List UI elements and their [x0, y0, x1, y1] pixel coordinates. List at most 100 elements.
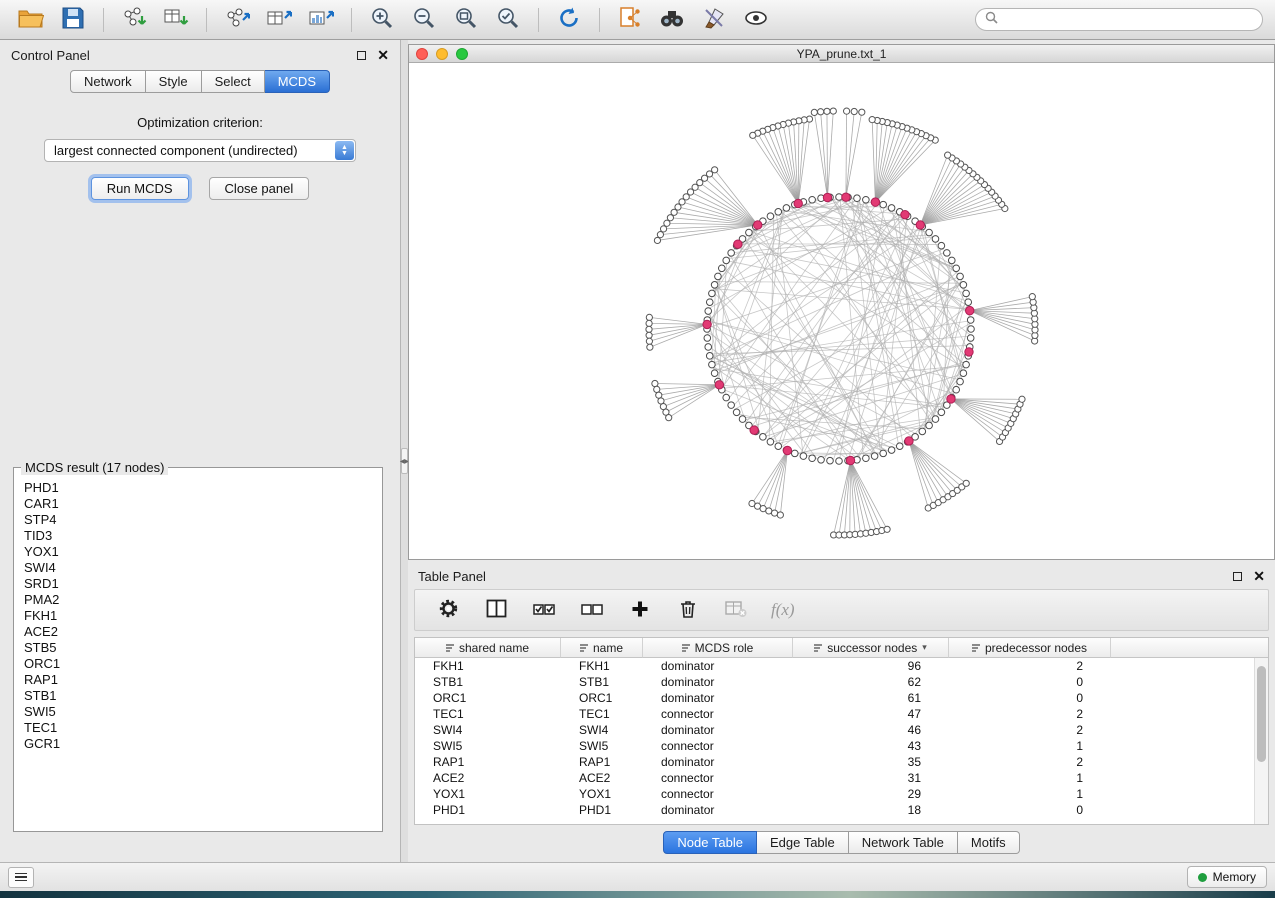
open-folder-icon [18, 7, 44, 32]
close-panel-button[interactable]: Close panel [209, 177, 310, 200]
table-cell: 61 [793, 690, 949, 706]
tab-edge-table[interactable]: Edge Table [757, 831, 849, 854]
tab-select[interactable]: Select [202, 70, 265, 93]
table-cell: TEC1 [415, 706, 561, 722]
unselect-all-button[interactable] [579, 597, 605, 623]
toolbar-separator [206, 8, 207, 32]
table-row[interactable]: PHD1PHD1dominator180 [415, 802, 1254, 818]
table-row[interactable]: TEC1TEC1connector472 [415, 706, 1254, 722]
apply-style-button[interactable] [695, 4, 733, 36]
search-input[interactable] [1003, 13, 1253, 27]
table-cell-filler [1111, 802, 1254, 818]
divider-collapse-handle[interactable]: ◀▶ [401, 448, 408, 474]
sort-icon [814, 644, 822, 652]
run-mcds-button[interactable]: Run MCDS [91, 177, 189, 200]
table-row[interactable]: RAP1RAP1dominator352 [415, 754, 1254, 770]
tab-network-table[interactable]: Network Table [849, 831, 958, 854]
checked-boxes-icon [533, 601, 555, 620]
close-panel-icon[interactable]: ✕ [377, 50, 389, 60]
mcds-result-item[interactable]: GCR1 [24, 736, 372, 752]
memory-button[interactable]: Memory [1187, 866, 1267, 888]
table-row[interactable]: SWI5SWI5connector431 [415, 738, 1254, 754]
show-hide-button[interactable] [737, 4, 775, 36]
mcds-result-item[interactable]: TEC1 [24, 720, 372, 736]
mcds-result-item[interactable]: RAP1 [24, 672, 372, 688]
mcds-result-item[interactable]: PMA2 [24, 592, 372, 608]
mcds-result-item[interactable]: FKH1 [24, 608, 372, 624]
column-header-shared-name[interactable]: shared name [415, 638, 561, 658]
close-window-icon[interactable] [416, 48, 428, 60]
mcds-result-item[interactable]: STP4 [24, 512, 372, 528]
zoom-fit-button[interactable] [447, 4, 485, 36]
import-table-button[interactable] [157, 4, 195, 36]
zoom-selected-button[interactable] [489, 4, 527, 36]
table-row[interactable]: STB1STB1dominator620 [415, 674, 1254, 690]
tab-network[interactable]: Network [70, 70, 146, 93]
tab-motifs[interactable]: Motifs [958, 831, 1020, 854]
mcds-result-item[interactable]: STB5 [24, 640, 372, 656]
table-scrollbar[interactable] [1254, 658, 1268, 824]
save-session-button[interactable] [54, 4, 92, 36]
mcds-result-item[interactable]: TID3 [24, 528, 372, 544]
status-menu-button[interactable] [8, 867, 34, 888]
search-icon [985, 11, 998, 29]
column-header-mcds-role[interactable]: MCDS role [643, 638, 793, 658]
column-view-button[interactable] [483, 597, 509, 623]
column-header-successor-nodes[interactable]: successor nodes ▾ [793, 638, 949, 658]
table-scrollbar-thumb[interactable] [1257, 666, 1266, 762]
table-cell: SWI4 [561, 722, 643, 738]
delete-column-button[interactable] [675, 597, 701, 623]
add-column-button[interactable] [627, 597, 653, 623]
select-all-button[interactable] [531, 597, 557, 623]
mcds-result-item[interactable]: YOX1 [24, 544, 372, 560]
tab-node-table[interactable]: Node Table [663, 831, 757, 854]
mcds-result-item[interactable]: SWI4 [24, 560, 372, 576]
import-network-button[interactable] [115, 4, 153, 36]
zoom-in-button[interactable] [363, 4, 401, 36]
mcds-result-item[interactable]: SRD1 [24, 576, 372, 592]
mcds-result-item[interactable]: STB1 [24, 688, 372, 704]
table-row[interactable]: ACE2ACE2connector311 [415, 770, 1254, 786]
minimize-window-icon[interactable] [436, 48, 448, 60]
panel-divider[interactable]: ◀▶ [401, 40, 408, 862]
zoom-out-button[interactable] [405, 4, 443, 36]
search-field[interactable] [975, 8, 1263, 31]
export-table-button[interactable] [260, 4, 298, 36]
table-cell: 2 [949, 706, 1111, 722]
table-settings-button[interactable] [435, 597, 461, 623]
network-titlebar[interactable]: YPA_prune.txt_1 [409, 45, 1274, 63]
mcds-result-item[interactable]: ORC1 [24, 656, 372, 672]
table-cell: 0 [949, 690, 1111, 706]
tab-style[interactable]: Style [146, 70, 202, 93]
column-header-predecessor-nodes[interactable]: predecessor nodes [949, 638, 1111, 658]
optimization-criterion-select[interactable]: largest connected component (undirected)… [44, 139, 356, 162]
table-row[interactable]: SWI4SWI4dominator462 [415, 722, 1254, 738]
mcds-result-item[interactable]: PHD1 [24, 480, 372, 496]
refresh-view-button[interactable] [550, 4, 588, 36]
clone-document-button[interactable] [611, 4, 649, 36]
close-table-panel-icon[interactable]: ✕ [1253, 571, 1265, 581]
float-panel-icon[interactable] [357, 51, 366, 60]
table-cell: ORC1 [561, 690, 643, 706]
table-row[interactable]: FKH1FKH1dominator962 [415, 658, 1254, 674]
column-header-name[interactable]: name [561, 638, 643, 658]
table-row[interactable]: ORC1ORC1dominator610 [415, 690, 1254, 706]
float-table-panel-icon[interactable] [1233, 572, 1242, 581]
function-builder-button[interactable]: f(x) [771, 597, 795, 623]
mcds-result-item[interactable]: ACE2 [24, 624, 372, 640]
tab-mcds[interactable]: MCDS [265, 70, 330, 93]
open-file-button[interactable] [12, 4, 50, 36]
export-image-button[interactable] [302, 4, 340, 36]
maximize-window-icon[interactable] [456, 48, 468, 60]
network-canvas-svg[interactable] [409, 63, 1274, 559]
table-cell: YOX1 [415, 786, 561, 802]
mcds-result-item[interactable]: SWI5 [24, 704, 372, 720]
mcds-result-item[interactable]: CAR1 [24, 496, 372, 512]
table-cell: connector [643, 706, 793, 722]
paintbrush-icon [702, 6, 726, 33]
search-network-button[interactable] [653, 4, 691, 36]
application-window: Control Panel ✕ Network Style Select MCD… [0, 0, 1275, 898]
export-network-button[interactable] [218, 4, 256, 36]
memory-status-icon [1198, 873, 1207, 882]
table-row[interactable]: YOX1YOX1connector291 [415, 786, 1254, 802]
